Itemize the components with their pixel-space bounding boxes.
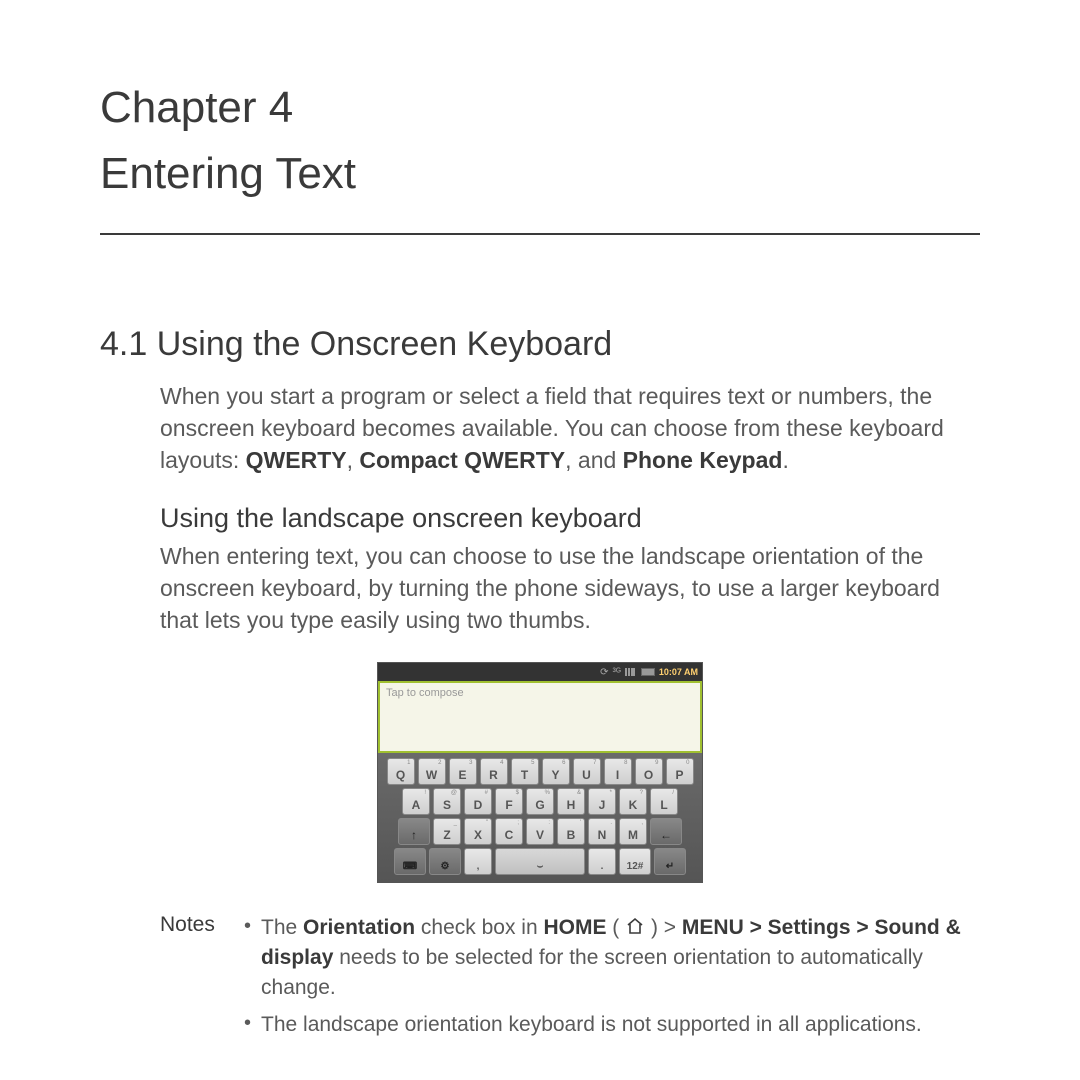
note-item-2: The landscape orientation keyboard is no…	[244, 1010, 980, 1039]
chapter-heading: Chapter 4 Entering Text	[100, 75, 980, 235]
key-↵: ↵	[654, 848, 686, 875]
key-C: C;	[495, 818, 523, 845]
key-⌨: ⌨	[394, 848, 426, 875]
key-R: R4	[480, 758, 508, 785]
key-Q: Q1	[387, 758, 415, 785]
onscreen-keyboard: Q1W2E3R4T5Y6U7I8O9P0 A!S@D#F$G%H&J*K?L/ …	[378, 753, 702, 882]
key-U: U7	[573, 758, 601, 785]
key-Y: Y6	[542, 758, 570, 785]
key-⚙: ⚙	[429, 848, 461, 875]
key-M: M,	[619, 818, 647, 845]
key-12#: 12#	[619, 848, 651, 875]
note-item-1: The Orientation check box in HOME ( ) > …	[244, 913, 980, 1002]
key-F: F$	[495, 788, 523, 815]
chapter-title-text: Entering Text	[100, 149, 356, 198]
key-A: A!	[402, 788, 430, 815]
key-W: W2	[418, 758, 446, 785]
key-N: N.	[588, 818, 616, 845]
chapter-number: Chapter 4	[100, 83, 293, 132]
sync-icon: ⟳	[600, 667, 608, 678]
key-O: O9	[635, 758, 663, 785]
key-D: D#	[464, 788, 492, 815]
notes-block: Notes The Orientation check box in HOME …	[160, 913, 980, 1047]
subsection-body: When entering text, you can choose to us…	[160, 540, 980, 637]
subsection-heading: Using the landscape onscreen keyboard	[160, 503, 980, 534]
signal-3g-icon: ³ᴳ	[613, 667, 621, 678]
key-X: X"	[464, 818, 492, 845]
key-H: H&	[557, 788, 585, 815]
key-L: L/	[650, 788, 678, 815]
key-←: ←	[650, 818, 682, 845]
key-E: E3	[449, 758, 477, 785]
battery-icon	[641, 668, 655, 676]
home-icon	[625, 914, 645, 943]
notes-list: The Orientation check box in HOME ( ) > …	[244, 913, 980, 1047]
section-intro: When you start a program or select a fie…	[160, 380, 980, 477]
keyboard-figure: ⟳ ³ᴳ 10:07 AM Tap to compose Q1W2E3R4T5Y…	[100, 662, 980, 883]
key-⌣: ⌣	[495, 848, 585, 875]
key-V: V:	[526, 818, 554, 845]
signal-bars-icon	[625, 668, 635, 676]
phone-screenshot: ⟳ ³ᴳ 10:07 AM Tap to compose Q1W2E3R4T5Y…	[377, 662, 703, 883]
key-Z: Z_	[433, 818, 461, 845]
notes-label: Notes	[160, 913, 230, 1047]
key-T: T5	[511, 758, 539, 785]
key-J: J*	[588, 788, 616, 815]
key-S: S@	[433, 788, 461, 815]
compose-textarea: Tap to compose	[378, 681, 702, 753]
key-B: B'	[557, 818, 585, 845]
status-time: 10:07 AM	[659, 667, 698, 677]
status-bar: ⟳ ³ᴳ 10:07 AM	[378, 663, 702, 681]
key-K: K?	[619, 788, 647, 815]
key-P: P0	[666, 758, 694, 785]
section-heading: 4.1 Using the Onscreen Keyboard	[100, 325, 980, 364]
key-I: I8	[604, 758, 632, 785]
key-↑: ↑	[398, 818, 430, 845]
key-.: .	[588, 848, 616, 875]
key-G: G%	[526, 788, 554, 815]
key-,: ,	[464, 848, 492, 875]
